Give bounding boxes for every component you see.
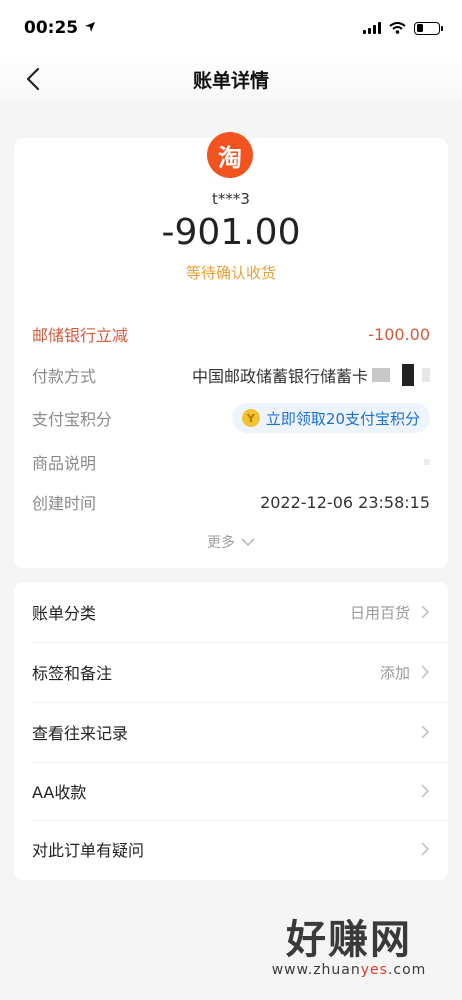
product-desc-label: 商品说明 bbox=[32, 454, 97, 473]
location-arrow-icon bbox=[84, 21, 96, 36]
redaction-mosaic bbox=[422, 368, 430, 382]
redaction-mosaic bbox=[402, 364, 414, 386]
created-time-value: 2022-12-06 23:58:15 bbox=[260, 492, 430, 512]
points-label: 支付宝积分 bbox=[32, 410, 113, 429]
claim-points-label: 立即领取20支付宝积分 bbox=[265, 409, 420, 428]
taobao-logo-icon: 淘 bbox=[207, 132, 253, 178]
bill-amount: -901.00 bbox=[161, 212, 301, 253]
created-time-row: 创建时间 2022-12-06 23:58:15 bbox=[32, 490, 430, 514]
redaction-mosaic bbox=[424, 459, 430, 465]
nav-bar: 账单详情 bbox=[0, 56, 462, 102]
watermark-url-highlight: yes bbox=[360, 962, 388, 978]
list-item-value: 添加 bbox=[379, 663, 410, 682]
payment-method-label: 付款方式 bbox=[32, 367, 97, 386]
order-status: 等待确认收货 bbox=[185, 264, 276, 282]
back-chevron-icon bbox=[26, 67, 40, 91]
chevron-right-icon bbox=[421, 665, 430, 679]
page-title: 账单详情 bbox=[192, 69, 269, 92]
watermark-url-prefix: www.zhuan bbox=[271, 962, 361, 978]
status-time: 00:25 bbox=[24, 18, 79, 38]
list-item-label: 查看往来记录 bbox=[32, 724, 129, 743]
discount-row: 邮储银行立减 -100.00 bbox=[32, 322, 430, 346]
merchant-name: t***3 bbox=[212, 190, 250, 208]
more-button[interactable]: 更多 bbox=[14, 532, 448, 552]
coin-icon: Y bbox=[241, 409, 260, 427]
list-item-label: 标签和备注 bbox=[32, 664, 113, 683]
product-desc-row: 商品说明 bbox=[32, 450, 430, 474]
wifi-icon bbox=[389, 19, 406, 38]
watermark-url: www.zhuanyes.com bbox=[254, 962, 444, 978]
bill-summary-card: 淘 t***3 -901.00 等待确认收货 邮储银行立减 -100.00 付款… bbox=[14, 132, 448, 568]
chevron-right-icon bbox=[421, 605, 430, 619]
chevron-right-icon bbox=[421, 725, 430, 739]
site-watermark: 好赚网 www.zhuanyes.com bbox=[254, 918, 444, 978]
chevron-down-icon bbox=[241, 537, 255, 546]
bill-actions-card: 账单分类 日用百货 标签和备注 添加 查看往来记录 AA收款 对此订单有疑问 bbox=[14, 582, 448, 880]
list-item-history[interactable]: 查看往来记录 bbox=[14, 703, 448, 761]
watermark-url-suffix: .com bbox=[387, 962, 427, 978]
battery-icon bbox=[414, 21, 443, 35]
payment-method-row: 付款方式 中国邮政储蓄银行储蓄卡 bbox=[32, 363, 430, 387]
signal-icon bbox=[363, 22, 381, 34]
chevron-right-icon bbox=[421, 842, 430, 856]
discount-value: -100.00 bbox=[368, 324, 430, 344]
points-row: 支付宝积分 Y 立即领取20支付宝积分 bbox=[32, 403, 430, 433]
claim-points-button[interactable]: Y 立即领取20支付宝积分 bbox=[231, 403, 430, 433]
more-label: 更多 bbox=[207, 535, 235, 551]
status-indicators bbox=[363, 19, 443, 38]
chevron-right-icon bbox=[421, 784, 430, 798]
payment-method-value: 中国邮政储蓄银行储蓄卡 bbox=[192, 363, 430, 387]
discount-label: 邮储银行立减 bbox=[32, 326, 129, 345]
list-item-category[interactable]: 账单分类 日用百货 bbox=[14, 583, 448, 641]
status-bar: 00:25 bbox=[0, 0, 462, 56]
back-button[interactable] bbox=[18, 64, 48, 94]
list-item-aa-collect[interactable]: AA收款 bbox=[14, 762, 448, 820]
payment-method-text: 中国邮政储蓄银行储蓄卡 bbox=[191, 367, 368, 386]
list-item-tags-notes[interactable]: 标签和备注 添加 bbox=[14, 643, 448, 701]
list-item-label: 对此订单有疑问 bbox=[32, 841, 145, 860]
list-item-order-question[interactable]: 对此订单有疑问 bbox=[14, 820, 448, 878]
list-item-label: AA收款 bbox=[32, 783, 87, 802]
watermark-title: 好赚网 bbox=[286, 917, 412, 963]
redaction-mosaic bbox=[372, 368, 390, 382]
list-item-value: 日用百货 bbox=[349, 603, 410, 622]
list-item-label: 账单分类 bbox=[32, 604, 97, 623]
created-time-label: 创建时间 bbox=[32, 494, 97, 513]
